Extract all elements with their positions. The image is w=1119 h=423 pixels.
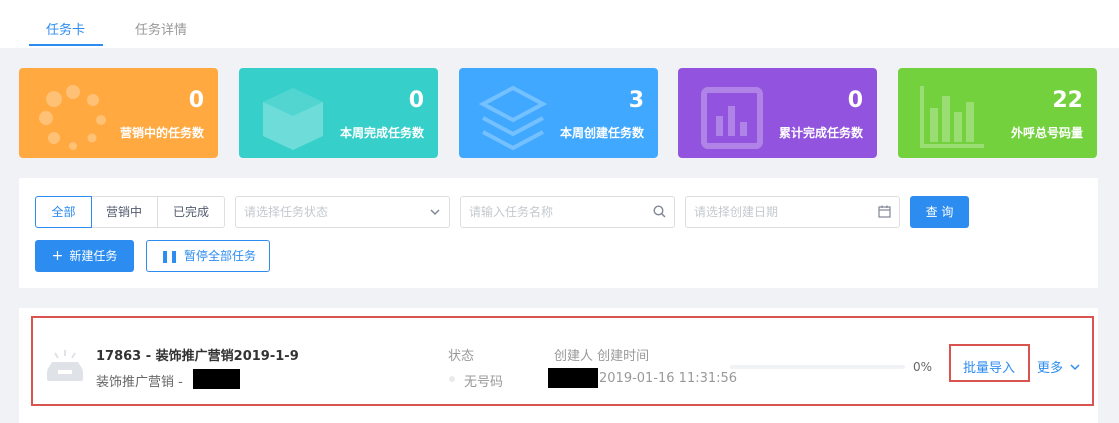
calendar-icon <box>878 205 891 218</box>
filter-all-button[interactable]: 全部 <box>35 196 92 228</box>
task-progress-bar <box>730 365 905 369</box>
task-name-input[interactable]: 请输入任务名称 <box>460 196 675 228</box>
stat-value: 22 <box>1052 88 1083 113</box>
chevron-down-icon <box>1070 364 1080 371</box>
stat-card-week-completed: 0 本周完成任务数 <box>239 68 438 158</box>
status-header: 状态 <box>448 349 475 364</box>
box-icon <box>263 88 323 150</box>
stat-label: 累计完成任务数 <box>778 126 863 140</box>
chevron-down-icon <box>430 209 440 216</box>
created-time: 2019-01-16 11:31:56 <box>599 371 738 386</box>
batch-import-link[interactable]: 批量导入 <box>963 357 1015 376</box>
status-select[interactable]: 请选择任务状态 <box>235 196 450 228</box>
stat-label: 营销中的任务数 <box>119 126 204 140</box>
stat-label: 本周创建任务数 <box>559 126 644 140</box>
layers-icon <box>478 85 548 151</box>
create-date-placeholder: 请选择创建日期 <box>694 205 779 219</box>
stat-card-week-created: 3 本周创建任务数 <box>459 68 658 158</box>
active-tab-indicator <box>29 44 103 46</box>
more-dropdown[interactable]: 更多 <box>1037 357 1080 376</box>
plus-icon: + <box>51 248 64 264</box>
filter-marketing-button[interactable]: 营销中 <box>91 196 158 228</box>
more-label: 更多 <box>1037 361 1064 376</box>
new-task-button[interactable]: + 新建任务 <box>35 240 134 272</box>
task-subtitle: 装饰推广营销 - <box>96 375 183 390</box>
pause-all-button[interactable]: ❚❚ 暂停全部任务 <box>146 240 270 272</box>
new-task-label: 新建任务 <box>69 249 118 263</box>
stat-card-total-completed: 0 累计完成任务数 <box>678 68 877 158</box>
progress-percent: 0% <box>913 360 933 374</box>
stat-label: 外呼总号码量 <box>1010 126 1083 140</box>
create-date-picker[interactable]: 请选择创建日期 <box>685 196 900 228</box>
spinner-icon <box>39 85 106 150</box>
status-select-placeholder: 请选择任务状态 <box>244 205 329 219</box>
status-dot <box>449 376 455 382</box>
stat-card-outbound-numbers: 22 外呼总号码量 <box>898 68 1097 158</box>
filter-completed-button[interactable]: 已完成 <box>157 196 225 228</box>
stat-card-marketing: 0 营销中的任务数 <box>19 68 218 158</box>
status-value: 无号码 <box>464 375 504 390</box>
empty-tray-icon <box>47 350 83 381</box>
query-button[interactable]: 查 询 <box>910 196 969 228</box>
bar-chart-icon <box>920 86 984 148</box>
task-name-placeholder: 请输入任务名称 <box>469 205 554 219</box>
stat-label: 本周完成任务数 <box>339 126 424 140</box>
search-icon <box>653 205 666 218</box>
pause-all-label: 暂停全部任务 <box>184 249 257 263</box>
redacted-creator <box>548 368 598 388</box>
redacted-block <box>193 369 240 389</box>
stat-value: 0 <box>188 88 204 113</box>
report-icon <box>701 87 763 149</box>
creator-time-header: 创建人 创建时间 <box>554 349 650 364</box>
tab-task-card[interactable]: 任务卡 <box>46 0 85 48</box>
stat-value: 0 <box>408 88 424 113</box>
tabs-bar: 任务卡 任务详情 <box>0 0 1119 48</box>
task-title: 17863 - 装饰推广营销2019-1-9 <box>96 349 299 364</box>
stat-value: 3 <box>628 88 644 113</box>
pause-icon: ❚❚ <box>159 249 179 263</box>
stat-value: 0 <box>847 88 863 113</box>
tab-task-detail[interactable]: 任务详情 <box>135 0 187 48</box>
